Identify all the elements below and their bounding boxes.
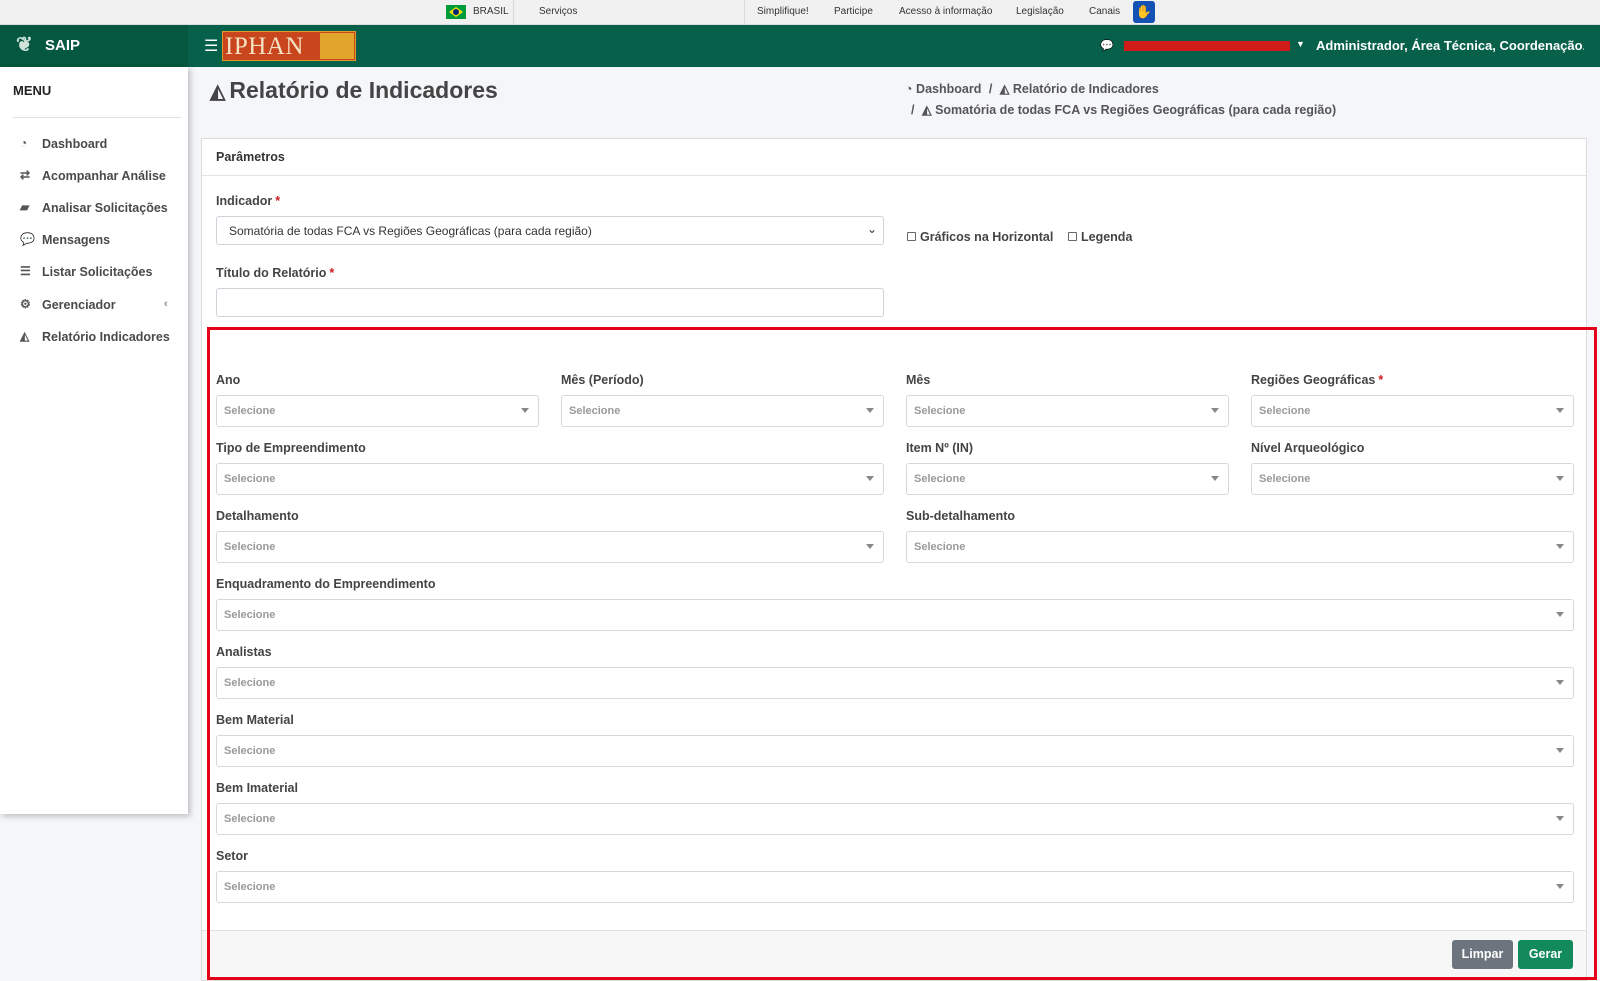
book-icon: ▰ xyxy=(20,200,30,214)
caret-down-icon[interactable]: ▼ xyxy=(1296,39,1305,49)
bem-material-label: Bem Material xyxy=(216,713,294,727)
item-select[interactable]: Selecione xyxy=(906,463,1229,495)
setor-select[interactable]: Selecione xyxy=(216,871,1574,903)
regioes-select[interactable]: Selecione xyxy=(1251,395,1574,427)
app-name: SAIP xyxy=(45,37,81,54)
gov-link-participe[interactable]: Participe xyxy=(834,0,873,25)
mes-label: Mês xyxy=(906,373,931,387)
alert-banner[interactable] xyxy=(1124,41,1290,51)
enquadramento-select[interactable]: Selecione xyxy=(216,599,1574,631)
menu-heading: MENU xyxy=(13,83,52,98)
tachometer-icon: ◔ xyxy=(905,82,913,96)
card-header: Parâmetros xyxy=(202,139,1586,176)
chevron-left-icon: ‹ xyxy=(164,298,168,310)
gerar-button[interactable]: Gerar xyxy=(1518,940,1573,969)
legenda-checkbox[interactable]: Legenda xyxy=(1068,230,1132,244)
limpar-button[interactable]: Limpar xyxy=(1452,940,1513,969)
sidebar-item-dashboard[interactable]: ◔ Dashboard xyxy=(18,135,183,155)
bem-imaterial-label: Bem Imaterial xyxy=(216,781,298,795)
page-title: ◭ Relatório de Indicadores xyxy=(210,77,498,103)
gov-link-servicos[interactable]: Serviços xyxy=(539,0,577,25)
iphan-logo: IPHAN xyxy=(222,31,356,61)
sidebar: MENU ◔ Dashboard ⇄ Acompanhar Análise ▰ … xyxy=(0,67,188,814)
mes-select[interactable]: Selecione xyxy=(906,395,1229,427)
hamburger-menu-icon[interactable]: ☰ xyxy=(204,36,218,56)
top-navbar: ❦ SAIP ☰ IPHAN 💬 ▼ Administrador, Área T… xyxy=(0,25,1600,67)
comments-icon: 💬 xyxy=(20,232,35,246)
breadcrumb-dashboard[interactable]: Dashboard xyxy=(916,82,981,96)
titulo-input[interactable] xyxy=(216,288,884,317)
parameters-card: Parâmetros Indicador * Somatória de todas… xyxy=(201,138,1587,981)
detalhamento-label: Detalhamento xyxy=(216,509,299,523)
card-footer xyxy=(202,930,1586,980)
area-chart-icon: ◭ xyxy=(999,82,1010,96)
detalhamento-select[interactable]: Selecione xyxy=(216,531,884,563)
horizontal-checkbox[interactable]: Gráficos na Horizontal xyxy=(907,230,1053,244)
analistas-label: Analistas xyxy=(216,645,272,659)
enquadramento-label: Enquadramento do Empreendimento xyxy=(216,577,436,591)
accessibility-icon[interactable]: ✋ xyxy=(1133,1,1155,23)
tree-logo-icon: ❦ xyxy=(16,34,33,56)
sidebar-item-analisar[interactable]: ▰ Analisar Solicitações xyxy=(18,199,183,219)
exchange-icon: ⇄ xyxy=(20,168,31,182)
nivel-select[interactable]: Selecione xyxy=(1251,463,1574,495)
bem-material-select[interactable]: Selecione xyxy=(216,735,1574,767)
gov-bar: BRASIL Serviços Simplifique! Participe A… xyxy=(0,0,1600,25)
area-chart-icon: ◭ xyxy=(20,329,30,343)
breadcrumb-line-2: / ◭ Somatória de todas FCA vs Regiões Ge… xyxy=(911,103,1337,117)
gov-country[interactable]: BRASIL xyxy=(473,0,509,25)
sidebar-item-gerenciador[interactable]: ⚙ Gerenciador ‹ xyxy=(18,296,183,316)
chat-icon[interactable]: 💬 xyxy=(1100,39,1114,52)
subdetalhamento-select[interactable]: Selecione xyxy=(906,531,1574,563)
nivel-label: Nível Arqueológico xyxy=(1251,441,1365,455)
tipo-label: Tipo de Empreendimento xyxy=(216,441,366,455)
gov-link-simplifique[interactable]: Simplifique! xyxy=(757,0,809,25)
sidebar-item-mensagens[interactable]: 💬 Mensagens xyxy=(18,231,183,251)
area-chart-icon: ◭ xyxy=(210,81,226,103)
user-menu[interactable]: Administrador, Área Técnica, Coordenação… xyxy=(1316,38,1584,53)
analistas-select[interactable]: Selecione xyxy=(216,667,1574,699)
breadcrumb-relatorio[interactable]: Relatório de Indicadores xyxy=(1013,82,1159,96)
cogs-icon: ⚙ xyxy=(20,297,31,311)
ano-label: Ano xyxy=(216,373,241,387)
gov-link-canais[interactable]: Canais xyxy=(1089,0,1120,25)
regioes-label: Regiões Geográficas * xyxy=(1251,373,1384,387)
list-icon: ☰ xyxy=(20,264,31,278)
brand[interactable]: ❦ SAIP xyxy=(0,25,188,67)
tipo-select[interactable]: Selecione xyxy=(216,463,884,495)
area-chart-icon: ◭ xyxy=(921,103,932,117)
mes-periodo-select[interactable]: Selecione xyxy=(561,395,884,427)
sidebar-item-acompanhar[interactable]: ⇄ Acompanhar Análise xyxy=(18,167,183,187)
gov-link-legislacao[interactable]: Legislação xyxy=(1016,0,1064,25)
indicador-label: Indicador * xyxy=(216,194,281,208)
bem-imaterial-select[interactable]: Selecione xyxy=(216,803,1574,835)
ano-select[interactable]: Selecione xyxy=(216,395,539,427)
tachometer-icon: ◔ xyxy=(20,136,28,150)
chevron-down-icon: ⌄ xyxy=(866,222,877,236)
indicador-select[interactable]: Somatória de todas FCA vs Regiões Geográ… xyxy=(216,216,884,245)
subdetalhamento-label: Sub-detalhamento xyxy=(906,509,1016,523)
breadcrumb: ◔ Dashboard / ◭ Relatório de Indicadores xyxy=(905,82,1159,96)
brazil-flag-icon xyxy=(446,5,466,19)
titulo-label: Título do Relatório * xyxy=(216,266,335,280)
item-label: Item Nº (IN) xyxy=(906,441,974,455)
sidebar-item-listar[interactable]: ☰ Listar Solicitações xyxy=(18,263,183,283)
sidebar-item-relatorio[interactable]: ◭ Relatório Indicadores xyxy=(18,328,183,348)
mes-periodo-label: Mês (Período) xyxy=(561,373,644,387)
setor-label: Setor xyxy=(216,849,248,863)
gov-link-acesso[interactable]: Acesso à informação xyxy=(899,0,992,25)
breadcrumb-current: Somatória de todas FCA vs Regiões Geográ… xyxy=(935,103,1337,117)
